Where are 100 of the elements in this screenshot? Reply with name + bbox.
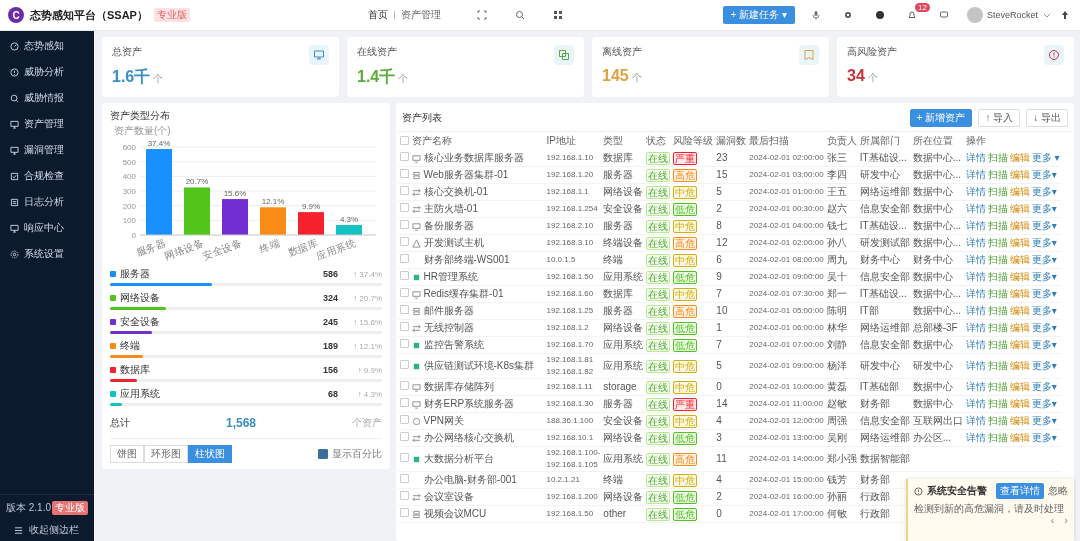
row-action-link[interactable]: 详情 xyxy=(965,360,986,372)
row-action-link[interactable]: 编辑 xyxy=(1009,220,1030,232)
row-action-link[interactable]: 更多▾ xyxy=(1031,322,1057,334)
asset-name[interactable]: 核心业务数据库服务器 xyxy=(423,152,524,164)
row-action-link[interactable]: 更多 ▾ xyxy=(1031,152,1060,164)
avatar[interactable] xyxy=(966,7,983,23)
next-button[interactable]: › xyxy=(1064,515,1068,526)
collapse-sidebar-button[interactable]: 收起侧边栏 xyxy=(6,523,88,537)
export-button[interactable]: ↓ 导出 xyxy=(1026,109,1068,127)
row-action-link[interactable]: 详情 xyxy=(965,237,986,249)
dismiss-link[interactable]: 忽略 xyxy=(1048,484,1068,498)
asset-name[interactable]: 办公网络核心交换机 xyxy=(423,432,514,444)
row-action-link[interactable]: 详情 xyxy=(965,254,986,266)
breadcrumb-link[interactable]: 首页 xyxy=(368,8,388,22)
chart-type-tab[interactable]: 柱状图 xyxy=(188,445,232,463)
asset-name[interactable]: 核心交换机-01 xyxy=(423,186,488,198)
row-action-link[interactable]: 扫描 xyxy=(987,254,1008,266)
row-action-link[interactable]: 扫描 xyxy=(987,169,1008,181)
breadcrumb-link[interactable]: 资产管理 xyxy=(401,8,441,22)
row-action-link[interactable]: 编辑 xyxy=(1009,398,1030,410)
row-action-link[interactable]: 扫描 xyxy=(987,398,1008,410)
asset-name[interactable]: HR管理系统 xyxy=(423,271,478,283)
row-action-link[interactable]: 更多▾ xyxy=(1031,432,1057,444)
row-action-link[interactable]: 扫描 xyxy=(987,237,1008,249)
chat-icon[interactable] xyxy=(938,10,949,20)
asset-name[interactable]: 无线控制器 xyxy=(423,322,474,334)
help-icon[interactable] xyxy=(874,10,885,20)
row-action-link[interactable]: 详情 xyxy=(965,381,986,393)
row-action-link[interactable]: 扫描 xyxy=(987,360,1008,372)
row-action-link[interactable]: 扫描 xyxy=(987,305,1008,317)
bell-icon[interactable] xyxy=(906,10,917,20)
row-action-link[interactable]: 更多▾ xyxy=(1031,203,1057,215)
asset-name[interactable]: 备份服务器 xyxy=(423,220,474,232)
asset-name[interactable]: 会议室设备 xyxy=(423,491,474,503)
sidebar-item[interactable]: 漏洞管理 xyxy=(0,137,94,163)
row-action-link[interactable]: 更多▾ xyxy=(1031,398,1057,410)
new-task-button[interactable]: + 新建任务 ▾ xyxy=(722,6,795,24)
microphone-icon[interactable] xyxy=(810,10,821,20)
chart-type-tab[interactable]: 环形图 xyxy=(144,445,188,463)
row-action-link[interactable]: 更多▾ xyxy=(1031,339,1057,351)
row-action-link[interactable]: 编辑 xyxy=(1009,288,1030,300)
row-action-link[interactable]: 扫描 xyxy=(987,339,1008,351)
previous-button[interactable]: ‹ xyxy=(1050,515,1055,526)
row-action-link[interactable]: 扫描 xyxy=(987,432,1008,444)
row-action-link[interactable]: 扫描 xyxy=(987,271,1008,283)
row-action-link[interactable]: 编辑 xyxy=(1009,237,1030,249)
row-action-link[interactable]: 编辑 xyxy=(1009,360,1030,372)
row-action-link[interactable]: 详情 xyxy=(965,152,986,164)
sidebar-item[interactable]: 态势感知 xyxy=(0,33,94,59)
row-action-link[interactable]: 扫描 xyxy=(987,322,1008,334)
row-action-link[interactable]: 详情 xyxy=(965,398,986,410)
search-icon[interactable] xyxy=(515,10,525,20)
row-action-link[interactable]: 扫描 xyxy=(987,220,1008,232)
row-action-link[interactable]: 详情 xyxy=(965,271,986,283)
row-action-link[interactable]: 更多▾ xyxy=(1031,415,1057,427)
row-action-link[interactable]: 详情 xyxy=(965,432,986,444)
row-action-link[interactable]: 详情 xyxy=(965,305,986,317)
row-action-link[interactable]: 更多▾ xyxy=(1031,305,1057,317)
row-action-link[interactable]: 详情 xyxy=(965,288,986,300)
row-action-link[interactable]: 扫描 xyxy=(987,203,1008,215)
asset-name[interactable]: 视频会议MCU xyxy=(423,508,487,520)
row-action-link[interactable]: 更多▾ xyxy=(1031,271,1057,283)
asset-name[interactable]: VPN网关 xyxy=(423,415,465,427)
sidebar-item[interactable]: 资产管理 xyxy=(0,111,94,137)
row-action-link[interactable]: 扫描 xyxy=(987,415,1008,427)
sidebar-item[interactable]: 系统设置 xyxy=(0,241,94,267)
add-asset-button[interactable]: + 新增资产 xyxy=(909,109,973,127)
checkbox[interactable] xyxy=(318,449,328,459)
asset-name[interactable]: 数据库存储阵列 xyxy=(423,381,494,393)
row-action-link[interactable]: 详情 xyxy=(965,203,986,215)
row-action-link[interactable]: 编辑 xyxy=(1009,305,1030,317)
asset-name[interactable]: 监控告警系统 xyxy=(423,339,484,351)
import-button[interactable]: ↑ 导入 xyxy=(978,109,1021,127)
row-action-link[interactable]: 编辑 xyxy=(1009,415,1030,427)
row-action-link[interactable]: 编辑 xyxy=(1009,381,1030,393)
row-action-link[interactable]: 更多▾ xyxy=(1031,288,1057,300)
row-action-link[interactable]: 编辑 xyxy=(1009,186,1030,198)
asset-name[interactable]: 邮件服务器 xyxy=(423,305,474,317)
asset-name[interactable]: 财务ERP系统服务器 xyxy=(423,398,515,410)
row-action-link[interactable]: 更多▾ xyxy=(1031,360,1057,372)
asset-name[interactable]: Web服务器集群-01 xyxy=(423,169,509,181)
row-action-link[interactable]: 扫描 xyxy=(987,381,1008,393)
fullscreen-icon[interactable] xyxy=(477,10,487,20)
sidebar-item[interactable]: 合规检查 xyxy=(0,163,94,189)
user-name[interactable]: SteveRocket xyxy=(986,10,1038,20)
row-action-link[interactable]: 更多▾ xyxy=(1031,220,1057,232)
asset-name[interactable]: 财务部终端-WS001 xyxy=(411,254,510,266)
grid-icon[interactable] xyxy=(553,10,563,20)
row-action-link[interactable]: 更多▾ xyxy=(1031,237,1057,249)
row-action-link[interactable]: 详情 xyxy=(965,186,986,198)
row-action-link[interactable]: 编辑 xyxy=(1009,339,1030,351)
asset-name[interactable]: 开发测试主机 xyxy=(423,237,484,249)
row-action-link[interactable]: 编辑 xyxy=(1009,254,1030,266)
row-action-link[interactable]: 扫描 xyxy=(987,288,1008,300)
row-action-link[interactable]: 详情 xyxy=(965,339,986,351)
asset-name[interactable]: 办公电脑-财务部-001 xyxy=(411,474,517,486)
row-action-link[interactable]: 编辑 xyxy=(1009,169,1030,181)
row-action-link[interactable]: 更多▾ xyxy=(1031,381,1057,393)
asset-name[interactable]: 供应链测试环境-K8s集群 xyxy=(423,360,535,372)
sidebar-item[interactable]: 威胁情报 xyxy=(0,85,94,111)
